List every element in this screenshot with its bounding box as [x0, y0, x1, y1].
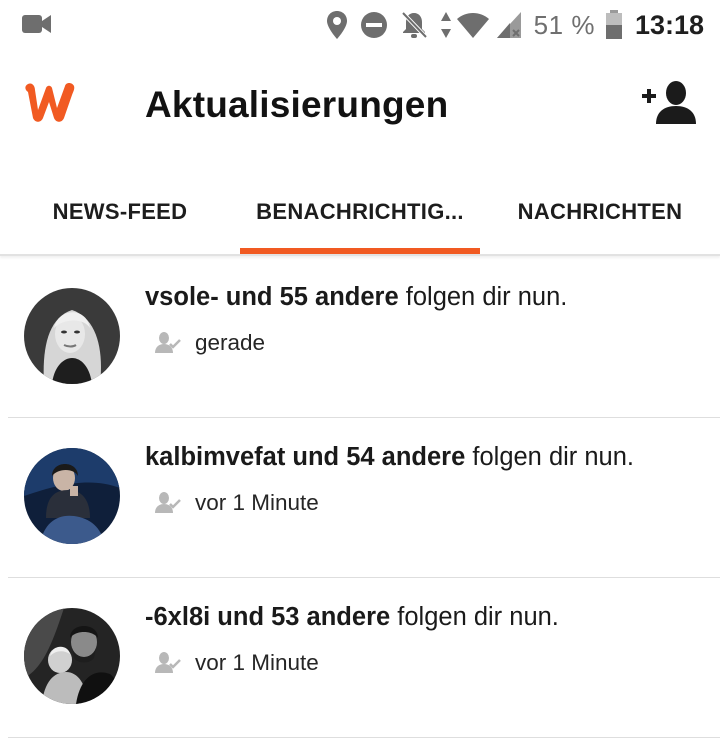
- notification-item[interactable]: kalbimvefat und 54 andere folgen dir nun…: [0, 418, 720, 578]
- tab-messages[interactable]: NACHRICHTEN: [480, 168, 720, 256]
- wifi-icon: [456, 11, 490, 39]
- app-bar: Aktualisierungen: [0, 56, 720, 160]
- avatar[interactable]: [24, 448, 120, 544]
- notification-meta: gerade: [155, 330, 265, 356]
- followed-user-icon: [155, 492, 181, 514]
- notification-action: folgen dir nun.: [390, 603, 559, 631]
- clock: 13:18: [634, 9, 704, 40]
- notification-item[interactable]: -6xl8i und 53 andere folgen dir nun. vor…: [0, 578, 720, 738]
- divider: [8, 737, 720, 738]
- avatar[interactable]: [24, 608, 120, 704]
- notification-user: kalbimvefat und 54 andere: [145, 443, 466, 471]
- notification-list: vsole- und 55 andere folgen dir nun. ger…: [0, 258, 720, 738]
- page-title: Aktualisierungen: [145, 84, 449, 125]
- status-bar: 51 % 13:18: [0, 0, 720, 50]
- tab-news-feed[interactable]: NEWS-FEED: [0, 168, 240, 256]
- followed-user-icon: [155, 652, 181, 674]
- notification-text: kalbimvefat und 54 andere folgen dir nun…: [145, 443, 634, 472]
- battery-percent: 51 %: [533, 9, 595, 40]
- tab-notifications[interactable]: BENACHRICHTIG...: [240, 168, 480, 256]
- notification-user: vsole- und 55 andere: [145, 283, 399, 311]
- notification-text: vsole- und 55 andere folgen dir nun.: [145, 283, 567, 312]
- notification-time: vor 1 Minute: [195, 490, 319, 515]
- tab-bar: NEWS-FEED BENACHRICHTIG... NACHRICHTEN: [0, 168, 720, 256]
- notification-meta: vor 1 Minute: [155, 490, 319, 516]
- avatar[interactable]: [24, 288, 120, 384]
- notification-item[interactable]: vsole- und 55 andere folgen dir nun. ger…: [0, 258, 720, 418]
- notification-meta: vor 1 Minute: [155, 650, 319, 676]
- notification-action: folgen dir nun.: [465, 443, 634, 471]
- notification-time: vor 1 Minute: [195, 650, 319, 675]
- notification-time: gerade: [195, 330, 266, 355]
- video-camera-icon: [22, 13, 52, 40]
- notification-action: folgen dir nun.: [398, 283, 568, 311]
- battery-icon: [605, 10, 623, 40]
- followed-user-icon: [155, 332, 181, 354]
- active-tab-indicator: [240, 248, 480, 254]
- cell-signal-icon: [496, 11, 522, 39]
- location-pin-icon: [326, 10, 348, 40]
- notifications-off-icon: [400, 10, 428, 40]
- notification-user: -6xl8i und 53 andere: [145, 603, 391, 631]
- add-user-icon[interactable]: [642, 80, 698, 131]
- wattpad-logo[interactable]: [22, 78, 88, 133]
- notification-text: -6xl8i und 53 andere folgen dir nun.: [145, 603, 559, 632]
- do-not-disturb-icon: [360, 11, 388, 39]
- data-arrows-icon: [440, 11, 452, 39]
